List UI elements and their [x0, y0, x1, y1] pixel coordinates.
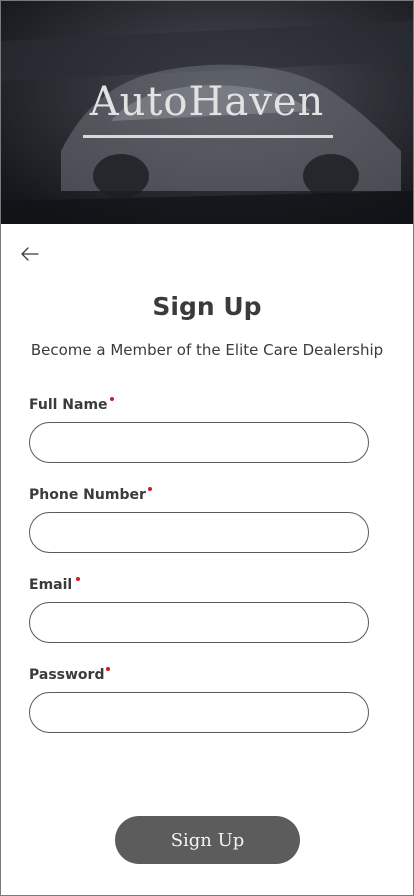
brand-underline: [83, 135, 333, 138]
password-label: Password: [29, 667, 105, 683]
full-name-label: Full Name: [29, 397, 108, 413]
required-marker: [76, 577, 80, 581]
email-input[interactable]: [29, 602, 369, 643]
sign-up-button[interactable]: Sign Up: [115, 816, 300, 864]
email-label: Email: [29, 577, 73, 593]
brand-logo: AutoHaven: [89, 79, 325, 125]
required-marker: [148, 487, 152, 491]
arrow-left-icon: [21, 247, 39, 261]
required-marker: [106, 667, 110, 671]
required-marker: [110, 397, 114, 401]
hero-banner: AutoHaven: [1, 1, 413, 224]
phone-number-input[interactable]: [29, 512, 369, 553]
signup-screen: AutoHaven Sign Up Become a Member of the…: [0, 0, 414, 896]
back-button[interactable]: [18, 242, 42, 266]
password-input[interactable]: [29, 692, 369, 733]
phone-number-label: Phone Number: [29, 487, 146, 503]
page-title: Sign Up: [152, 292, 262, 321]
full-name-input[interactable]: [29, 422, 369, 463]
page-subtitle: Become a Member of the Elite Care Dealer…: [30, 341, 384, 359]
